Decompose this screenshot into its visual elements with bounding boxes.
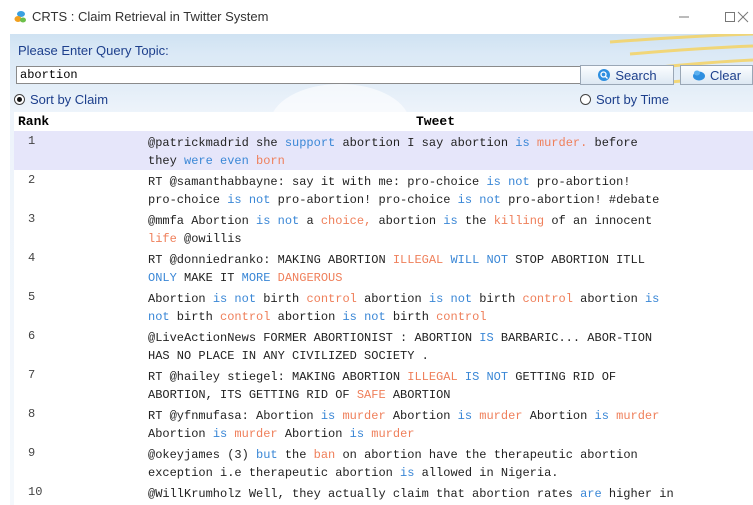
- table-row[interactable]: 6 @LiveActionNews FORMER ABORTIONIST : AB…: [14, 326, 753, 365]
- crts-logo-icon: [14, 11, 26, 23]
- row-tweet: RT @donniedranko: MAKING ABORTION ILLEGA…: [148, 253, 645, 285]
- table-row[interactable]: 2 RT @samanthabbayne: say it with me: pro…: [14, 170, 753, 209]
- query-input[interactable]: abortion: [16, 66, 582, 84]
- table-row[interactable]: 1 @patrickmadrid she support abortion I s…: [14, 131, 753, 170]
- table-row[interactable]: 7 RT @hailey stiegel: MAKING ABORTION ILL…: [14, 365, 753, 404]
- search-button[interactable]: Search: [580, 65, 674, 85]
- row-tweet: @okeyjames (3) but the ban on abortion h…: [148, 448, 638, 480]
- row-rank: 4: [28, 251, 36, 265]
- row-tweet: RT @hailey stiegel: MAKING ABORTION ILLE…: [148, 370, 617, 402]
- table-body: 1 @patrickmadrid she support abortion I s…: [14, 131, 753, 505]
- table-row[interactable]: 10 @WillKrumholz Well, they actually clai…: [14, 482, 753, 505]
- results-table: Rank Tweet 1 @patrickmadrid she support a…: [14, 112, 753, 505]
- table-row[interactable]: 4 RT @donniedranko: MAKING ABORTION ILLEG…: [14, 248, 753, 287]
- column-header-rank[interactable]: Rank: [18, 114, 49, 129]
- table-row[interactable]: 9 @okeyjames (3) but the ban on abortion …: [14, 443, 753, 482]
- table-row[interactable]: 3 @mmfa Abortion is not a choice, abortio…: [14, 209, 753, 248]
- row-rank: 2: [28, 173, 36, 187]
- table-row[interactable]: 5 Abortion is not birth control abortion …: [14, 287, 753, 326]
- row-rank: 7: [28, 368, 36, 382]
- table-row[interactable]: 8 RT @yfnmufasa: Abortion is murder Abort…: [14, 404, 753, 443]
- window-title: CRTS : Claim Retrieval in Twitter System: [32, 9, 269, 24]
- row-rank: 8: [28, 407, 36, 421]
- main-panel: Please Enter Query Topic: abortion Searc…: [10, 34, 753, 505]
- row-tweet: @patrickmadrid she support abortion I sa…: [148, 136, 638, 168]
- row-rank: 5: [28, 290, 36, 304]
- row-tweet: @mmfa Abortion is not a choice, abortion…: [148, 214, 653, 246]
- clear-button[interactable]: Clear: [680, 65, 753, 85]
- row-tweet: RT @samanthabbayne: say it with me: pro-…: [148, 175, 660, 207]
- query-label: Please Enter Query Topic:: [18, 43, 169, 58]
- row-rank: 9: [28, 446, 36, 460]
- sort-by-time-radio[interactable]: Sort by Time: [580, 92, 669, 107]
- radio-unselected-icon[interactable]: [580, 94, 591, 105]
- row-rank: 10: [28, 485, 43, 499]
- row-tweet: Abortion is not birth control abortion i…: [148, 292, 660, 324]
- sort-by-claim-radio[interactable]: Sort by Claim: [14, 92, 108, 107]
- search-icon: [598, 69, 611, 81]
- sort-by-time-label: Sort by Time: [596, 92, 669, 107]
- clear-button-label: Clear: [709, 67, 742, 83]
- table-header: Rank Tweet: [14, 112, 753, 131]
- minimize-icon[interactable]: [661, 0, 707, 34]
- row-rank: 3: [28, 212, 36, 226]
- row-tweet: @LiveActionNews FORMER ABORTIONIST : ABO…: [148, 331, 653, 363]
- radio-selected-icon[interactable]: [14, 94, 25, 105]
- search-button-label: Search: [615, 67, 657, 83]
- row-tweet: RT @yfnmufasa: Abortion is murder Aborti…: [148, 409, 660, 441]
- row-tweet: @WillKrumholz Well, they actually claim …: [148, 487, 674, 501]
- close-icon[interactable]: [737, 0, 753, 34]
- row-rank: 6: [28, 329, 36, 343]
- title-bar: CRTS : Claim Retrieval in Twitter System: [0, 0, 753, 34]
- clear-icon: [692, 70, 705, 81]
- column-header-tweet[interactable]: Tweet: [416, 114, 455, 129]
- row-rank: 1: [28, 134, 36, 148]
- sort-by-claim-label: Sort by Claim: [30, 92, 109, 107]
